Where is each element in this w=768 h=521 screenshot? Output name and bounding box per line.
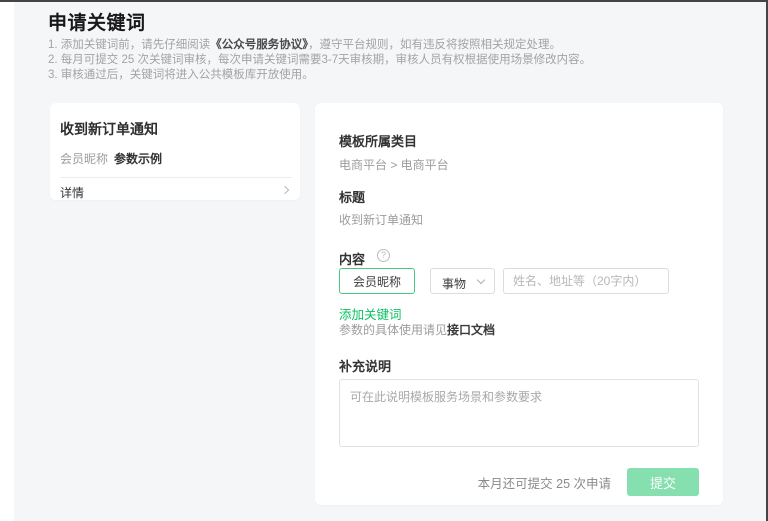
preview-param-label: 会员昵称 (60, 150, 108, 167)
quota-text: 本月还可提交 25 次申请 (478, 473, 611, 492)
content-label: 内容 (339, 249, 365, 268)
page-background: 申请关键词 1. 添加关键词前，请先仔细阅读《公众号服务协议》，遵守平台规则，如… (14, 2, 766, 521)
form-footer: 本月还可提交 25 次申请 提交 (478, 468, 699, 496)
title-label: 标题 (339, 187, 365, 206)
submit-button[interactable]: 提交 (627, 468, 699, 496)
notice-1-prefix: 1. 添加关键词前，请先仔细阅读 (48, 39, 210, 51)
notice-line-1: 1. 添加关键词前，请先仔细阅读《公众号服务协议》，遵守平台规则，如有违反将按照… (48, 38, 591, 53)
notice-1-suffix: ，遵守平台规则，如有违反将按照相关规定处理。 (308, 39, 561, 51)
page-title: 申请关键词 (48, 8, 146, 35)
preview-detail-label: 详情 (60, 184, 84, 201)
notice-list: 1. 添加关键词前，请先仔细阅读《公众号服务协议》，遵守平台规则，如有违反将按照… (48, 38, 591, 83)
doc-hint: 参数的具体使用请见接口文档 (339, 321, 495, 338)
preview-param-value: 参数示例 (114, 150, 162, 167)
chevron-down-icon (477, 276, 485, 284)
notice-line-2: 2. 每月可提交 25 次关键词审核，每次申请关键词需要3-7天审核期，审核人员… (48, 53, 591, 68)
notice-3-text: 3. 审核通过后，关键词将进入公共模板库开放使用。 (48, 69, 314, 81)
service-agreement-link[interactable]: 《公众号服务协议》 (210, 39, 308, 51)
template-preview-card: 收到新订单通知 会员昵称 参数示例 详情 (50, 103, 300, 200)
screen: 申请关键词 1. 添加关键词前，请先仔细阅读《公众号服务协议》，遵守平台规则，如… (0, 0, 768, 521)
preview-card-title: 收到新订单通知 (60, 119, 158, 139)
keyword-input[interactable] (339, 268, 415, 294)
note-label: 补充说明 (339, 356, 391, 375)
notice-2-text: 2. 每月可提交 25 次关键词审核，每次申请关键词需要3-7天审核期，审核人员… (48, 54, 591, 66)
note-textarea[interactable] (339, 379, 699, 447)
preview-detail-row[interactable]: 详情 (50, 178, 300, 200)
help-icon[interactable]: ? (377, 249, 390, 262)
type-select-value: 事物 (442, 275, 466, 292)
window-border-top (0, 0, 768, 2)
doc-hint-text: 参数的具体使用请见 (339, 323, 447, 337)
type-select[interactable]: 事物 (430, 268, 495, 294)
api-doc-link[interactable]: 接口文档 (447, 323, 495, 337)
title-value: 收到新订单通知 (339, 211, 423, 228)
category-value: 电商平台 > 电商平台 (339, 156, 449, 173)
notice-line-3: 3. 审核通过后，关键词将进入公共模板库开放使用。 (48, 68, 591, 83)
example-input[interactable] (503, 268, 669, 294)
category-label: 模板所属类目 (339, 131, 417, 150)
chevron-right-icon (281, 186, 289, 194)
keyword-form-card: 模板所属类目 电商平台 > 电商平台 标题 收到新订单通知 内容 ? 事物 添加… (315, 103, 723, 505)
